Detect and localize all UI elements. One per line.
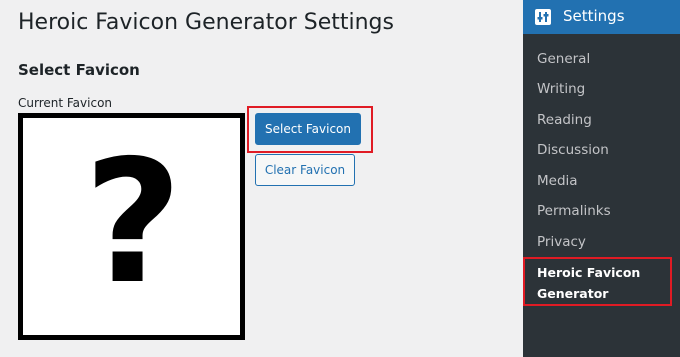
section-title: Select Favicon [18, 61, 140, 79]
sidebar-item-heroic-favicon-generator-line1: Heroic Favicon [537, 265, 641, 280]
question-mark-glyph: ? [84, 124, 183, 322]
settings-sidebar-menu: Settings General Writing Reading Discuss… [523, 0, 680, 357]
sidebar-item-media[interactable]: Media [537, 171, 578, 191]
sidebar-item-discussion[interactable]: Discussion [537, 140, 609, 160]
select-favicon-button[interactable]: Select Favicon [255, 113, 361, 145]
page-title: Heroic Favicon Generator Settings [18, 10, 394, 35]
sidebar-item-writing[interactable]: Writing [537, 79, 585, 99]
current-favicon-preview: ? [18, 113, 245, 340]
sidebar-item-reading[interactable]: Reading [537, 110, 592, 130]
clear-favicon-button[interactable]: Clear Favicon [255, 154, 355, 186]
sidebar-item-heroic-favicon-generator-line2: Generator [537, 286, 609, 301]
question-mark-icon: ? [84, 124, 183, 322]
sidebar-menu-settings-label: Settings [563, 7, 625, 25]
settings-sliders-icon [535, 9, 551, 25]
sidebar-item-permalinks[interactable]: Permalinks [537, 201, 611, 221]
main-content: Heroic Favicon Generator Settings Select… [0, 0, 520, 357]
sidebar-item-privacy[interactable]: Privacy [537, 232, 586, 252]
current-favicon-label: Current Favicon [18, 96, 113, 110]
sidebar-menu-settings[interactable]: Settings [523, 0, 680, 34]
sidebar-item-heroic-favicon-generator[interactable]: Heroic Favicon Generator [537, 262, 640, 304]
sidebar-item-general[interactable]: General [537, 49, 590, 69]
